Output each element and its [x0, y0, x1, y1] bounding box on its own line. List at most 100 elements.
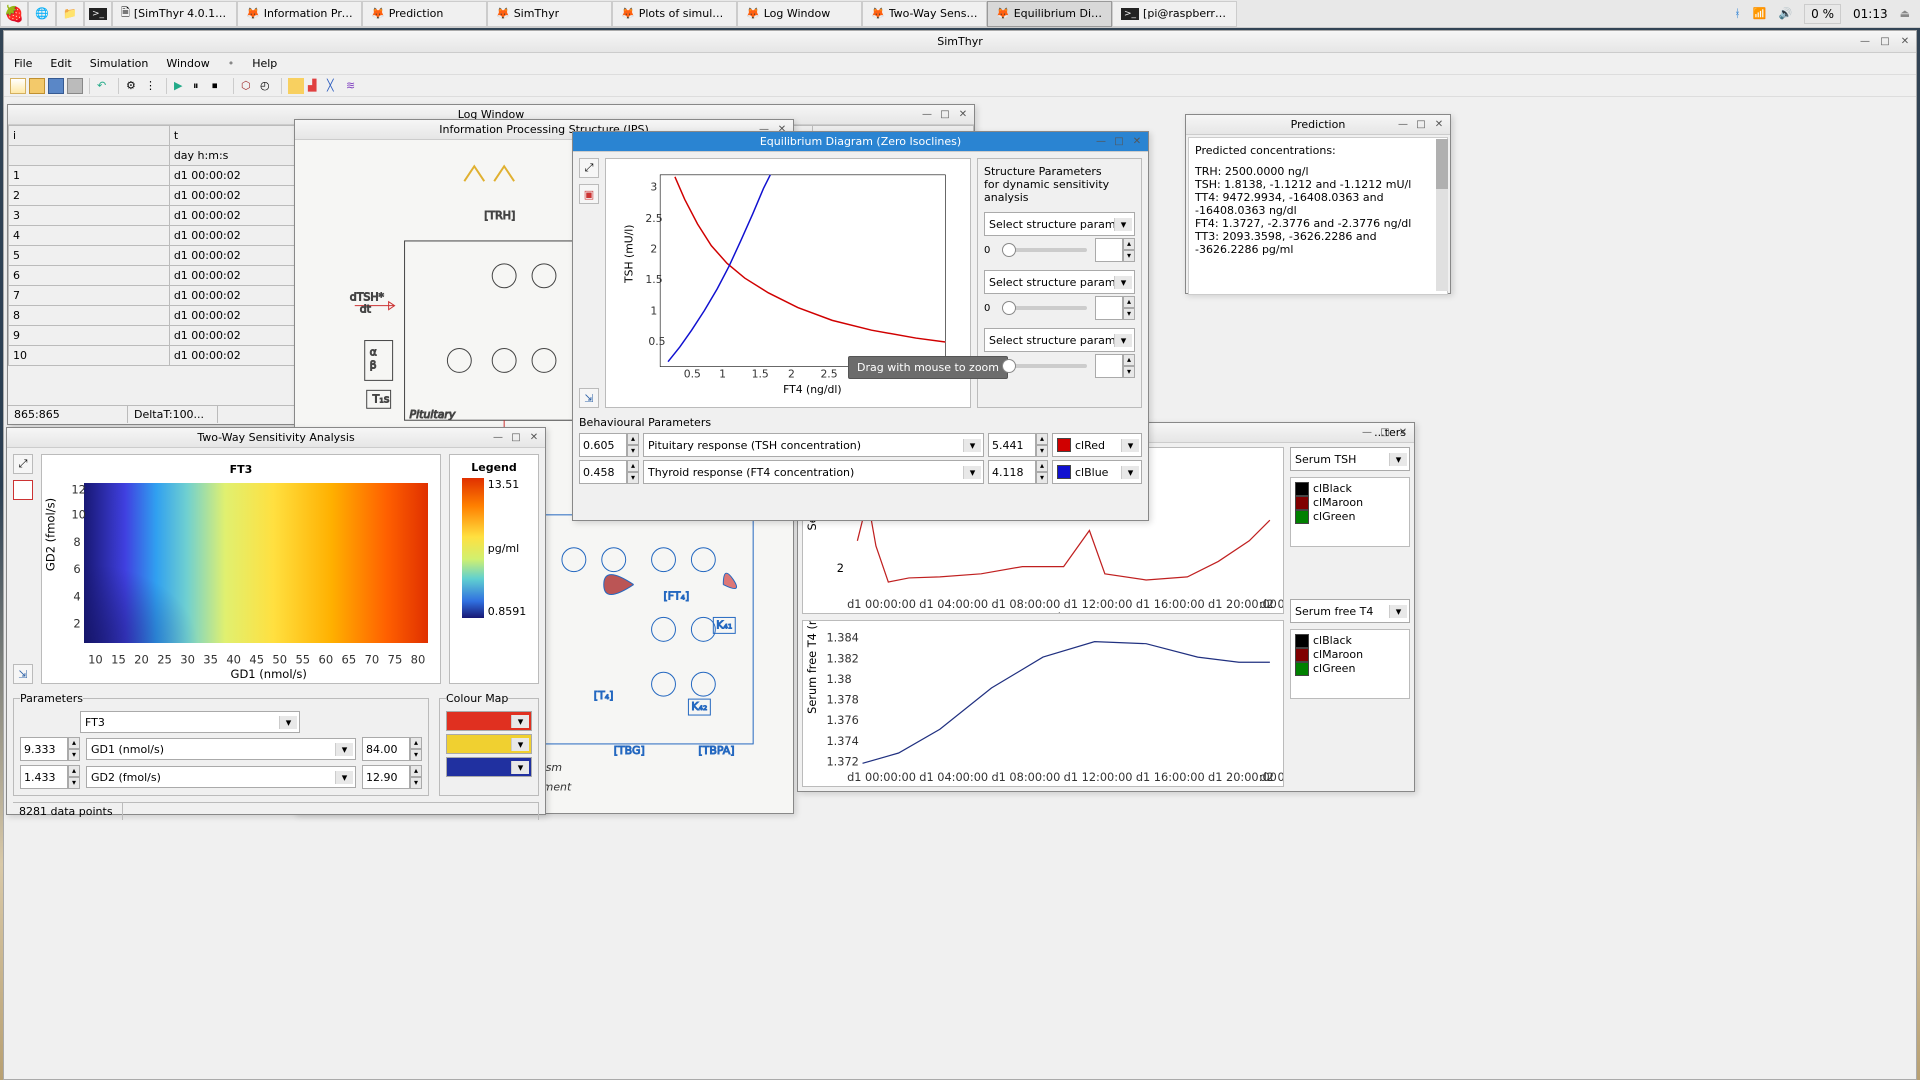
raspberry-menu[interactable]: 🍓: [0, 1, 28, 27]
open-icon[interactable]: [29, 78, 45, 94]
maximize-button[interactable]: □: [1112, 135, 1126, 149]
menu-file[interactable]: File: [14, 57, 32, 70]
stop-icon[interactable]: ⏹: [211, 78, 227, 94]
taskbar-item[interactable]: 🦊Equilibrium Diag...: [987, 1, 1112, 27]
structure-icon[interactable]: ⬡: [240, 78, 256, 94]
taskbar-item[interactable]: 🦊Two-Way Sensit...: [862, 1, 987, 27]
maximize-button[interactable]: □: [1414, 118, 1428, 132]
close-button[interactable]: ✕: [1130, 135, 1144, 149]
volume-icon[interactable]: 🔊: [1778, 7, 1792, 20]
colour-mid[interactable]: ▾: [446, 734, 532, 754]
behav-color-select[interactable]: clBlue▾: [1052, 460, 1142, 484]
undo-icon[interactable]: ↶: [96, 78, 112, 94]
browser-launcher[interactable]: 🌐: [28, 1, 56, 27]
sensitivity-icon[interactable]: ≋: [345, 78, 361, 94]
structure-spin[interactable]: ▴▾: [1095, 296, 1135, 320]
taskbar-item[interactable]: 🦊Plots of simulat...: [612, 1, 737, 27]
prediction-titlebar[interactable]: Prediction —□✕: [1186, 115, 1450, 135]
structure-slider[interactable]: [1002, 248, 1087, 252]
scrollbar[interactable]: [1436, 139, 1448, 291]
behav-select[interactable]: Pituitary response (TSH concentration)▾: [643, 433, 984, 457]
app-titlebar[interactable]: SimThyr — □ ✕: [4, 31, 1916, 53]
table-header[interactable]: i: [9, 126, 170, 146]
minimize-button[interactable]: —: [1396, 118, 1410, 132]
series-a-select[interactable]: Serum TSH▾: [1290, 447, 1410, 471]
zoom-reset-button[interactable]: ⤢: [579, 158, 599, 178]
close-button[interactable]: ✕: [1432, 118, 1446, 132]
plot-icon[interactable]: ▟: [307, 78, 323, 94]
param-x-min-spin[interactable]: ▴▾: [20, 737, 80, 761]
save-icon[interactable]: [48, 78, 64, 94]
menu-window[interactable]: Window: [166, 57, 209, 70]
close-button[interactable]: ✕: [956, 108, 970, 122]
twoway-heatmap[interactable]: FT3 12108642 101520253035404550556065707…: [41, 454, 441, 684]
param-x-max-spin[interactable]: ▴▾: [362, 737, 422, 761]
minimize-button[interactable]: —: [920, 108, 934, 122]
options-icon[interactable]: ⋮: [144, 78, 160, 94]
files-launcher[interactable]: 📁: [56, 1, 84, 27]
behav-min-spin[interactable]: ▴▾: [579, 433, 639, 457]
taskbar-item[interactable]: 🗎[SimThyr 4.0.1 S...: [112, 1, 237, 27]
taskbar-item[interactable]: 🦊Information Pro...: [237, 1, 362, 27]
menu-help[interactable]: Help: [252, 57, 277, 70]
twoway-titlebar[interactable]: Two-Way Sensitivity Analysis —□✕: [7, 428, 545, 448]
param-x-select[interactable]: GD1 (nmol/s)▾: [86, 738, 356, 760]
behav-max-spin[interactable]: ▴▾: [988, 460, 1048, 484]
behav-color-select[interactable]: clRed▾: [1052, 433, 1142, 457]
export-chart-button[interactable]: ⇲: [13, 664, 33, 684]
param-y-min-spin[interactable]: ▴▾: [20, 765, 80, 789]
eject-icon[interactable]: ⏏: [1900, 7, 1910, 20]
run-icon[interactable]: ▶: [173, 78, 189, 94]
colour-high[interactable]: ▾: [446, 711, 532, 731]
behav-select[interactable]: Thyroid response (FT4 concentration)▾: [643, 460, 984, 484]
taskbar-item[interactable]: >_[pi@raspberrypi...: [1112, 1, 1237, 27]
legend-item[interactable]: clBlack: [1295, 634, 1405, 648]
legend-item[interactable]: clMaroon: [1295, 648, 1405, 662]
series-b-select[interactable]: Serum free T4▾: [1290, 599, 1410, 623]
maximize-button[interactable]: □: [938, 108, 952, 122]
legend-item[interactable]: clGreen: [1295, 662, 1405, 676]
bluetooth-icon[interactable]: ᚼ: [1734, 7, 1741, 20]
equilibrium-icon[interactable]: ╳: [326, 78, 342, 94]
log-icon[interactable]: [288, 78, 304, 94]
copy-chart-button[interactable]: ▣: [579, 184, 599, 204]
print-icon[interactable]: [67, 78, 83, 94]
maximize-button[interactable]: □: [1378, 426, 1392, 440]
menu-edit[interactable]: Edit: [50, 57, 71, 70]
structure-slider[interactable]: [1002, 306, 1087, 310]
param-y-select[interactable]: GD2 (fmol/s)▾: [86, 766, 356, 788]
ft4-timeplot[interactable]: Serum free T4 (ng/dl) 1.3841.3821.381.37…: [802, 620, 1284, 787]
structure-param-select[interactable]: Select structure param▾: [984, 270, 1135, 294]
structure-spin[interactable]: ▴▾: [1095, 354, 1135, 378]
legend-item[interactable]: clMaroon: [1295, 496, 1405, 510]
gauge-icon[interactable]: ◴: [259, 78, 275, 94]
maximize-button[interactable]: □: [1878, 35, 1892, 49]
export-chart-button[interactable]: ⇲: [579, 388, 599, 408]
behav-min-spin[interactable]: ▴▾: [579, 460, 639, 484]
structure-slider[interactable]: [1002, 364, 1087, 368]
minimize-button[interactable]: —: [1360, 426, 1374, 440]
equilibrium-chart[interactable]: 0.511.522.53 0.511.522.533.54 TSH (mU/l)…: [605, 158, 971, 408]
close-button[interactable]: ✕: [527, 431, 541, 445]
minimize-button[interactable]: —: [491, 431, 505, 445]
minimize-button[interactable]: —: [1858, 35, 1872, 49]
terminal-launcher[interactable]: >_: [84, 1, 112, 27]
maximize-button[interactable]: □: [509, 431, 523, 445]
taskbar-item[interactable]: 🦊Prediction: [362, 1, 487, 27]
colour-low[interactable]: ▾: [446, 757, 532, 777]
param-y-max-spin[interactable]: ▴▾: [362, 765, 422, 789]
wifi-icon[interactable]: 📶: [1753, 7, 1767, 20]
taskbar-item[interactable]: 🦊SimThyr: [487, 1, 612, 27]
minimize-button[interactable]: —: [1094, 135, 1108, 149]
legend-item[interactable]: clBlack: [1295, 482, 1405, 496]
close-button[interactable]: ✕: [1396, 426, 1410, 440]
new-icon[interactable]: [10, 78, 26, 94]
structure-param-select[interactable]: Select structure param▾: [984, 212, 1135, 236]
menu-simulation[interactable]: Simulation: [90, 57, 149, 70]
equilibrium-titlebar[interactable]: Equilibrium Diagram (Zero Isoclines) —□✕: [573, 132, 1148, 152]
zoom-reset-button[interactable]: ⤢: [13, 454, 33, 474]
pause-icon[interactable]: ⏸: [192, 78, 208, 94]
structure-spin[interactable]: ▴▾: [1095, 238, 1135, 262]
taskbar-item[interactable]: 🦊Log Window: [737, 1, 862, 27]
close-button[interactable]: ✕: [1898, 35, 1912, 49]
